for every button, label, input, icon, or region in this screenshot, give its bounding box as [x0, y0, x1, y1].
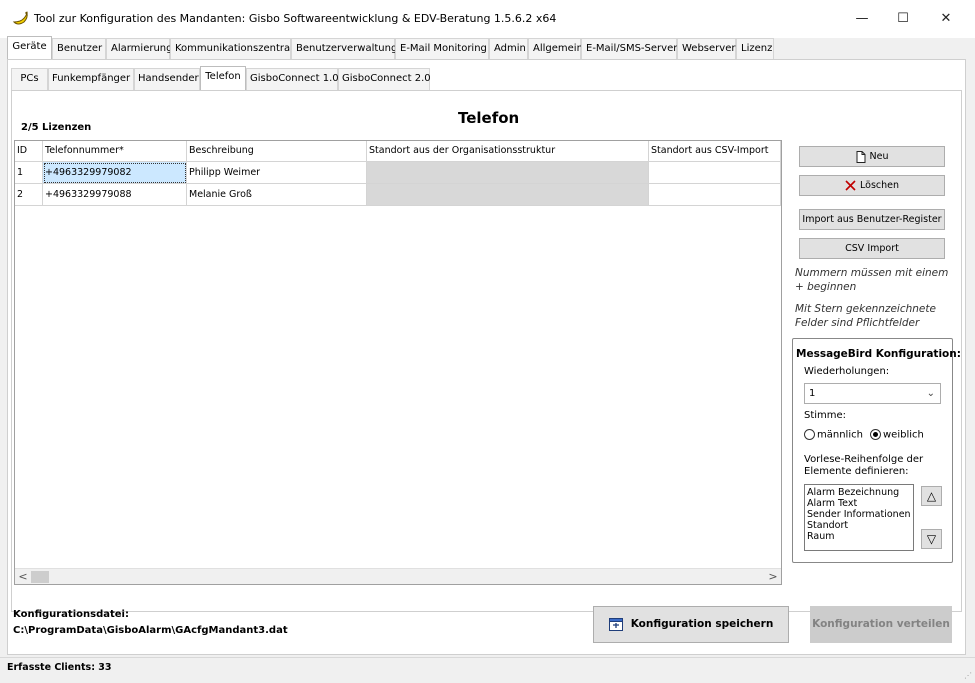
cell-csv-location[interactable] — [649, 184, 781, 206]
cell-org-location[interactable] — [367, 184, 649, 206]
list-item[interactable]: Alarm Text — [807, 498, 911, 509]
save-config-label: Konfiguration speichern — [630, 618, 774, 630]
list-item[interactable]: Raum — [807, 531, 911, 542]
telefon-panel: Telefon 2/5 Lizenzen ID Telefonnummer* B… — [11, 90, 962, 612]
horizontal-scrollbar[interactable]: < > — [15, 568, 781, 584]
tab-benutzer[interactable]: Benutzer — [52, 38, 106, 60]
subtab-handsender[interactable]: Handsender — [134, 68, 200, 90]
document-icon — [856, 150, 865, 163]
config-file-path: C:\ProgramData\GisboAlarm\GAcfgMandant3.… — [13, 625, 288, 636]
list-item[interactable]: Sender Informationen — [807, 509, 911, 520]
repeats-label: Wiederholungen: — [804, 366, 890, 377]
page-title: Telefon — [458, 109, 520, 127]
subtab-telefon[interactable]: Telefon — [200, 66, 246, 91]
tab-admin[interactable]: Admin — [489, 38, 528, 60]
tab-email-sms-server[interactable]: E-Mail/SMS-Server — [581, 38, 677, 60]
tab-geraete[interactable]: Geräte — [7, 36, 52, 61]
minimize-button[interactable]: — — [847, 8, 877, 30]
radio-male-icon — [804, 429, 815, 440]
license-count: 2/5 Lizenzen — [21, 122, 92, 133]
subtab-gisboconnect-1[interactable]: GisboConnect 1.0 — [246, 68, 339, 90]
import-user-register-button[interactable]: Import aus Benutzer-Register — [799, 209, 945, 230]
column-header-phone[interactable]: Telefonnummer* — [43, 141, 187, 162]
voice-female-radio[interactable]: weiblich — [870, 429, 924, 441]
voice-male-radio[interactable]: männlich — [804, 429, 863, 441]
cell-id[interactable]: 1 — [15, 162, 43, 184]
csv-import-button[interactable]: CSV Import — [799, 238, 945, 259]
subtab-pcs[interactable]: PCs — [11, 68, 48, 90]
save-config-icon — [608, 617, 623, 631]
subtab-funkempfaenger[interactable]: Funkempfänger — [48, 68, 134, 90]
cell-description[interactable]: Philipp Weimer — [187, 162, 367, 184]
hint-plus-prefix: Nummern müssen mit einem + beginnen — [795, 267, 949, 293]
subtab-gisboconnect-2[interactable]: GisboConnect 2.0 — [338, 68, 431, 90]
cell-phone[interactable]: +4963329979088 — [43, 184, 187, 206]
new-button[interactable]: Neu — [799, 146, 945, 167]
radio-female-icon — [870, 429, 881, 440]
voice-male-label: männlich — [817, 429, 863, 441]
order-label-line1: Vorlese-Reihenfolge der — [804, 454, 924, 465]
status-bar: Erfasste Clients: 33 ⋰ — [0, 657, 975, 683]
status-clients: Erfasste Clients: 33 — [7, 662, 112, 673]
order-label-line2: Elemente definieren: — [804, 466, 909, 477]
chevron-down-icon: ⌄ — [926, 388, 935, 399]
move-up-button[interactable]: △ — [921, 486, 942, 506]
tab-kommunikationszentrale[interactable]: Kommunikationszentrale — [170, 38, 299, 60]
distribute-config-button[interactable]: Konfiguration verteilen — [810, 606, 952, 643]
title-bar: Tool zur Konfiguration des Mandanten: Gi… — [0, 0, 975, 38]
voice-female-label: weiblich — [883, 429, 924, 441]
order-listbox[interactable]: Alarm Bezeichnung Alarm Text Sender Info… — [804, 484, 914, 551]
maximize-button[interactable]: ☐ — [888, 8, 918, 30]
resize-grip-icon[interactable]: ⋰ — [964, 671, 972, 680]
geraete-panel: PCs Funkempfänger Handsender Telefon Gis… — [7, 59, 966, 655]
tab-alarmierung[interactable]: Alarmierung — [106, 38, 173, 60]
new-button-label: Neu — [869, 151, 889, 162]
scroll-right-button[interactable]: > — [765, 569, 781, 585]
phone-grid[interactable]: ID Telefonnummer* Beschreibung Standort … — [14, 140, 782, 585]
x-icon — [845, 180, 856, 191]
move-down-button[interactable]: ▽ — [921, 529, 942, 549]
tab-webserver[interactable]: Webserver — [677, 38, 736, 60]
column-header-description[interactable]: Beschreibung — [187, 141, 367, 162]
cell-org-location[interactable] — [367, 162, 649, 184]
repeats-select[interactable]: 1 ⌄ — [804, 383, 941, 404]
column-header-org-location[interactable]: Standort aus der Organisationsstruktur — [367, 141, 649, 162]
tab-allgemein[interactable]: Allgemein — [528, 38, 583, 60]
delete-button[interactable]: Löschen — [799, 175, 945, 196]
messagebird-title: MessageBird Konfiguration: — [796, 348, 961, 360]
column-header-csv-location[interactable]: Standort aus CSV-Import — [649, 141, 781, 162]
tab-lizenz[interactable]: Lizenz — [736, 38, 774, 60]
cell-phone[interactable]: +4963329979082 — [43, 162, 187, 184]
hint-required-fields: Mit Stern gekennzeichnete Felder sind Pf… — [795, 303, 936, 329]
delete-button-label: Löschen — [860, 180, 899, 191]
list-item[interactable]: Standort — [807, 520, 911, 531]
close-button[interactable]: ✕ — [931, 8, 961, 30]
tab-benutzerverwaltung[interactable]: Benutzerverwaltung — [291, 38, 397, 60]
cell-id[interactable]: 2 — [15, 184, 43, 206]
repeats-value: 1 — [809, 388, 816, 399]
cell-description[interactable]: Melanie Groß — [187, 184, 367, 206]
app-icon — [12, 11, 28, 25]
window-title: Tool zur Konfiguration des Mandanten: Gi… — [34, 12, 557, 25]
config-file-label: Konfigurationsdatei: — [13, 609, 129, 620]
list-item[interactable]: Alarm Bezeichnung — [807, 487, 911, 498]
scroll-thumb[interactable] — [31, 571, 49, 583]
scroll-left-button[interactable]: < — [15, 569, 31, 585]
cell-csv-location[interactable] — [649, 162, 781, 184]
voice-label: Stimme: — [804, 410, 847, 421]
tab-email-monitoring[interactable]: E-Mail Monitoring — [395, 38, 489, 60]
save-config-button[interactable]: Konfiguration speichern — [593, 606, 789, 643]
column-header-id[interactable]: ID — [15, 141, 43, 162]
messagebird-config-group: MessageBird Konfiguration: Wiederholunge… — [792, 338, 961, 563]
